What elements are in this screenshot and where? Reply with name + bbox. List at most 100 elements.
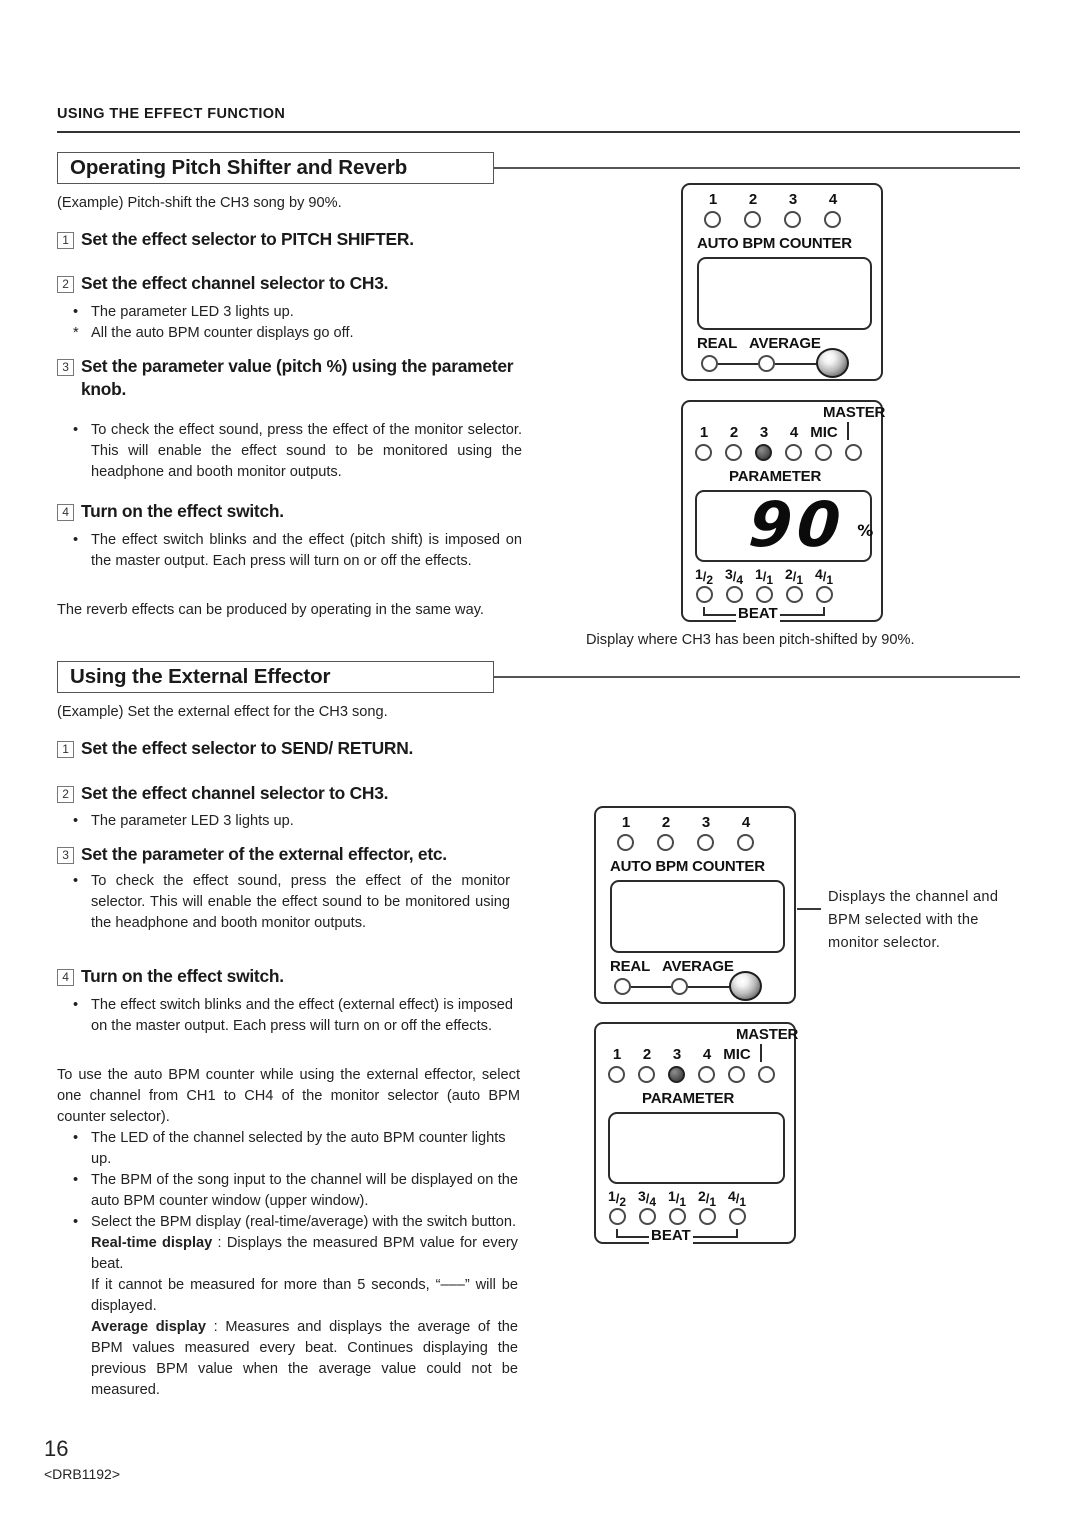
step-number-box: 4 [57,504,74,521]
bullet-item: • Select the BPM display (real-time/aver… [70,1212,518,1401]
bullet-text: The effect switch blinks and the effect … [91,997,513,1034]
bpm-led-4 [824,211,841,228]
bullet-text: To check the effect sound, press the eff… [91,873,510,931]
beat-label-1: 1/2 [689,566,719,587]
auto-bpm-counter-title: AUTO BPM COUNTER [697,235,852,252]
param-led-2 [725,444,742,461]
beat-den: 1 [826,573,834,587]
auto-bpm-counter-window [697,257,872,330]
bullets-1-3: • To check the effect sound, press the e… [70,420,522,483]
running-head: USING THE EFFECT FUNCTION [57,106,286,122]
beat-label-5: 4/1 [809,566,839,587]
step-2-4: 4 Turn on the effect switch. [57,965,527,988]
switch-connector-right [688,986,732,988]
auto-bpm-counter-panel-bottom: 1 2 3 4 AUTO BPM COUNTER REAL AVERAGE [594,806,796,1004]
beat-label-2: 3/4 [719,566,749,587]
bullets-1-4: • The effect switch blinks and the effec… [70,530,522,572]
step-text: Turn on the effect switch. [81,501,284,521]
master-label: MASTER [736,1026,799,1043]
bullet-item: • The parameter LED 3 lights up. [70,811,520,832]
param-led-label-4: 4 [702,1046,712,1063]
beat-den: 1 [766,573,774,587]
master-tick [847,422,849,440]
bpm-led-2 [657,834,674,851]
beat-den: 2 [619,1195,627,1209]
step-text: Turn on the effect switch. [81,966,284,986]
beat-num: 1 [694,566,703,582]
param-led-mic [815,444,832,461]
parameter-title: PARAMETER [729,468,822,485]
bullet-item: • The LED of the channel selected by the… [70,1128,518,1170]
bpm-led-label-4: 4 [828,191,838,208]
param-led-master [845,444,862,461]
example-line-2: (Example) Set the external effect for th… [57,704,388,720]
beat-label-4: 2/1 [692,1188,722,1209]
section-rule-2 [494,676,1020,678]
closing-paragraph-2: To use the auto BPM counter while using … [57,1067,520,1125]
bullet-text: All the auto BPM counter displays go off… [91,325,354,341]
bpm-led-label-2: 2 [661,814,671,831]
step-number-box: 2 [57,276,74,293]
bpm-led-label-3: 3 [788,191,798,208]
switch-connector-left [718,363,758,365]
cannot-measure-note: If it cannot be measured for more than 5… [91,1277,518,1314]
auto-bpm-counter-window [610,880,785,953]
beat-den: 4 [736,573,744,587]
beat-led-3 [756,586,773,603]
param-led-label-3: 3 [759,424,769,441]
bullets-1-2: • The parameter LED 3 lights up. * All t… [70,302,520,344]
auto-bpm-counter-panel-top: 1 2 3 4 AUTO BPM COUNTER REAL AVERAGE [681,183,883,381]
bpm-led-label-1: 1 [621,814,631,831]
bullet-mark: * [73,325,79,341]
bullets-2-2: • The parameter LED 3 lights up. [70,811,520,832]
parameter-panel-top: MASTER 1 2 3 4 MIC PARAMETER 90 % 1/2 3/… [681,400,885,622]
caption-pitch-shift: Display where CH3 has been pitch-shifted… [586,632,915,648]
bullet-item: • The BPM of the song input to the chann… [70,1170,518,1212]
closing-paragraph-1: The reverb effects can be produced by op… [57,602,484,618]
real-label: REAL [697,335,738,352]
beat-den: 1 [709,1195,717,1209]
beat-num: 1 [667,1188,676,1204]
bullet-text: The LED of the channel selected by the a… [91,1130,506,1167]
step-text: Set the effect selector to PITCH SHIFTER… [81,229,414,249]
bpm-led-label-2: 2 [748,191,758,208]
real-led [614,978,631,995]
bullet-mark: • [73,1214,79,1230]
beat-led-4 [699,1208,716,1225]
bullets-2-4: • The effect switch blinks and the effec… [70,995,513,1037]
auto-bpm-counter-title: AUTO BPM COUNTER [610,858,765,875]
beat-num: 3 [637,1188,646,1204]
step-1-3: 3 Set the parameter value (pitch %) usin… [57,355,527,401]
bpm-switch-button[interactable] [816,348,849,378]
param-led-label-1: 1 [612,1046,622,1063]
bpm-led-4 [737,834,754,851]
bullet-item: • To check the effect sound, press the e… [70,871,510,934]
bullet-text: The parameter LED 3 lights up. [91,304,294,320]
bullet-mark: • [73,997,79,1013]
step-text: Set the effect channel selector to CH3. [81,273,389,293]
switch-connector-right [775,363,819,365]
param-led-label-2: 2 [729,424,739,441]
bullet-item: • To check the effect sound, press the e… [70,420,522,483]
average-led [758,355,775,372]
beat-num: 2 [784,566,793,582]
bpm-led-label-3: 3 [701,814,711,831]
callout-leader-line [797,908,821,910]
section-heading-external-effector: Using the External Effector [57,661,494,693]
param-led-4 [785,444,802,461]
bpm-led-1 [617,834,634,851]
example-line-1: (Example) Pitch-shift the CH3 song by 90… [57,195,342,211]
parameter-readout: 90 % [746,488,873,561]
bullet-item: * All the auto BPM counter displays go o… [70,323,520,344]
parameter-window: 90 % [695,488,873,562]
bpm-switch-button[interactable] [729,971,762,1001]
step-1-1: 1 Set the effect selector to PITCH SHIFT… [57,228,527,251]
beat-num: 3 [724,566,733,582]
section-heading-pitch-shifter: Operating Pitch Shifter and Reverb [57,152,494,184]
beat-led-1 [696,586,713,603]
step-text: Set the effect channel selector to CH3. [81,783,389,803]
beat-num: 1 [754,566,763,582]
step-text: Set the parameter value (pitch %) using … [81,356,514,399]
param-led-label-mic: MIC [723,1046,751,1063]
real-label: REAL [610,958,651,975]
